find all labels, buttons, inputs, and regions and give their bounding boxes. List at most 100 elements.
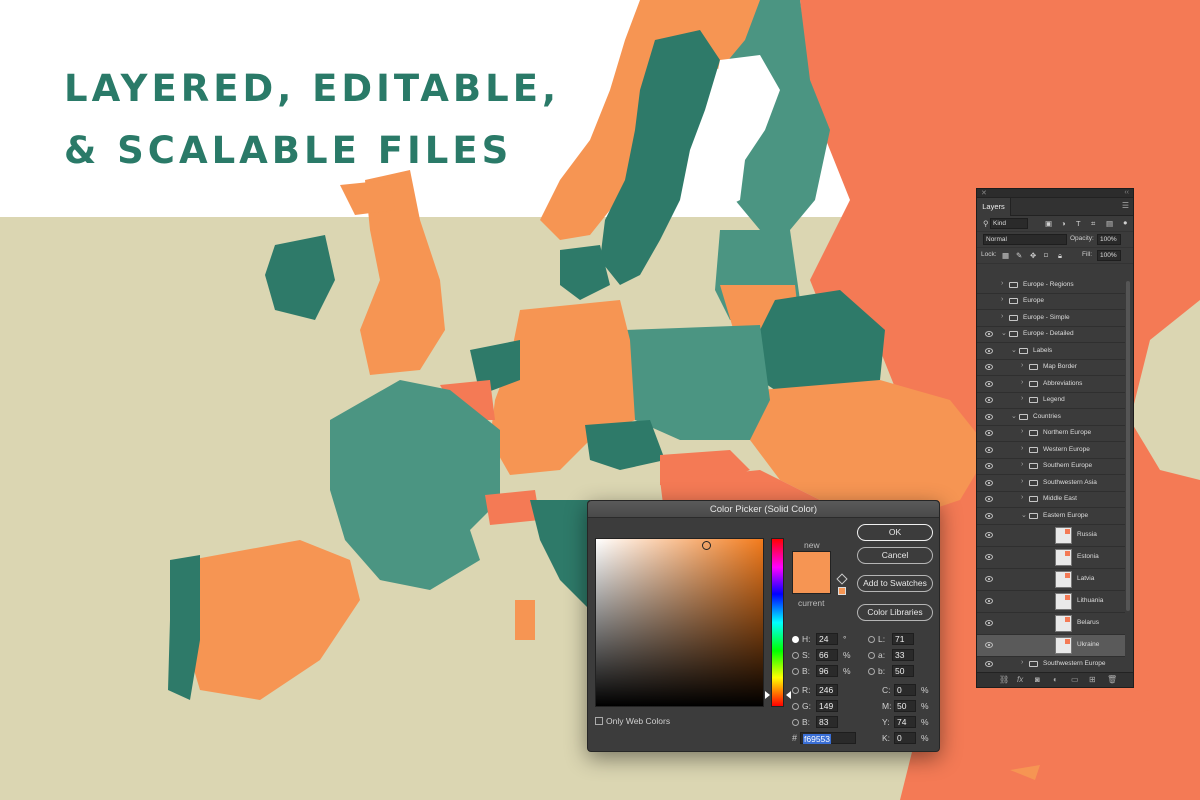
layer-group-row[interactable]: › Europe — [977, 294, 1125, 310]
tab-layers[interactable]: Layers — [977, 198, 1011, 216]
layer-row[interactable]: Russia — [977, 525, 1125, 547]
chevron-right-icon[interactable]: › — [1021, 659, 1023, 666]
chevron-right-icon[interactable]: › — [1021, 494, 1023, 501]
layer-style-icon[interactable]: fx — [1017, 675, 1023, 684]
visibility-eye-icon[interactable] — [985, 413, 993, 420]
visibility-eye-icon[interactable] — [985, 347, 993, 354]
lock-artboard-icon[interactable]: ⌑ — [1044, 251, 1048, 260]
chevron-right-icon[interactable]: › — [1021, 478, 1023, 485]
add-to-swatches-button[interactable]: Add to Swatches — [857, 575, 933, 592]
saturation-brightness-field[interactable] — [595, 538, 764, 707]
layer-row[interactable]: Lithuania — [977, 591, 1125, 613]
saturation-input[interactable]: 66 — [816, 649, 838, 661]
brightness-radio[interactable] — [792, 668, 799, 675]
link-layers-icon[interactable]: ⛓ — [999, 675, 1009, 684]
chevron-right-icon[interactable]: › — [1021, 379, 1023, 386]
layer-group-row[interactable]: › Legend — [977, 393, 1125, 409]
blend-mode-select[interactable]: Normal — [983, 234, 1067, 245]
layer-group-row[interactable]: ⌄ Labels — [977, 343, 1125, 360]
visibility-eye-icon[interactable] — [985, 446, 993, 453]
new-layer-icon[interactable]: ⊞ — [1089, 675, 1096, 684]
cyan-input[interactable]: 0 — [894, 684, 916, 696]
layer-row[interactable]: Latvia — [977, 569, 1125, 591]
cancel-button[interactable]: Cancel — [857, 547, 933, 564]
layer-group-row[interactable]: › Europe - Simple — [977, 310, 1125, 327]
layer-group-row[interactable]: › Middle East — [977, 492, 1125, 508]
red-radio[interactable] — [792, 687, 799, 694]
ok-button[interactable]: OK — [857, 524, 933, 541]
visibility-eye-icon[interactable] — [985, 479, 993, 486]
add-mask-icon[interactable]: ◙ — [1035, 675, 1040, 684]
visibility-eye-icon[interactable] — [985, 661, 993, 667]
layer-group-row[interactable]: › Europe - Regions — [977, 277, 1125, 294]
layer-group-row[interactable]: › Western Europe — [977, 442, 1125, 459]
chevron-right-icon[interactable]: › — [1001, 280, 1003, 287]
green-radio[interactable] — [792, 703, 799, 710]
hue-input[interactable]: 24 — [816, 633, 838, 645]
chevron-right-icon[interactable]: › — [1021, 428, 1023, 435]
filter-shape-icon[interactable]: ⌗ — [1091, 219, 1095, 229]
visibility-eye-icon[interactable] — [985, 576, 993, 582]
chevron-down-icon[interactable]: ⌄ — [1021, 511, 1027, 519]
layers-scrollbar[interactable] — [1126, 281, 1130, 611]
only-web-colors-checkbox[interactable] — [595, 717, 603, 725]
blue-radio[interactable] — [792, 719, 799, 726]
chevron-right-icon[interactable]: › — [1021, 461, 1023, 468]
chevron-right-icon[interactable]: › — [1001, 296, 1003, 303]
visibility-eye-icon[interactable] — [985, 532, 993, 538]
new-group-icon[interactable]: ▭ — [1071, 675, 1079, 684]
lock-position-icon[interactable]: ✥ — [1030, 251, 1036, 260]
new-adjustment-icon[interactable]: ◐ — [1053, 675, 1058, 684]
red-input[interactable]: 246 — [816, 684, 838, 696]
filter-type-icon[interactable]: T — [1076, 219, 1081, 228]
hue-radio[interactable] — [792, 636, 799, 643]
visibility-eye-icon[interactable] — [985, 554, 993, 560]
chevron-down-icon[interactable]: ⌄ — [1001, 329, 1007, 337]
chevron-right-icon[interactable]: › — [1021, 395, 1023, 402]
opacity-input[interactable]: 100% — [1097, 234, 1121, 245]
layer-group-row[interactable]: › Abbreviations — [977, 376, 1125, 393]
filter-kind-select[interactable]: Kind — [990, 218, 1028, 229]
saturation-radio[interactable] — [792, 652, 799, 659]
color-libraries-button[interactable]: Color Libraries — [857, 604, 933, 621]
color-cursor-icon[interactable] — [702, 541, 711, 550]
filter-pixel-icon[interactable]: ▣ — [1045, 219, 1052, 228]
layer-group-row[interactable]: › Southwestern Europe — [977, 657, 1125, 667]
layer-row[interactable]: Estonia — [977, 547, 1125, 569]
layer-group-row[interactable]: › Map Border — [977, 360, 1125, 376]
out-of-gamut-cube-icon[interactable] — [836, 573, 848, 585]
layer-group-row[interactable]: › Northern Europe — [977, 426, 1125, 442]
hex-value-selected[interactable]: f69553 — [803, 734, 831, 744]
lock-transparent-icon[interactable]: ▦ — [1002, 251, 1009, 260]
visibility-eye-icon[interactable] — [985, 642, 993, 648]
layer-group-row[interactable]: ⌄ Countries — [977, 409, 1125, 426]
visibility-eye-icon[interactable] — [985, 598, 993, 604]
hue-slider-right-arrow-icon[interactable] — [786, 691, 791, 699]
visibility-eye-icon[interactable] — [985, 331, 993, 338]
lab-b-radio[interactable] — [868, 668, 875, 675]
yellow-input[interactable]: 74 — [894, 716, 916, 728]
layer-group-row[interactable]: › Southwestern Asia — [977, 475, 1125, 492]
chevron-down-icon[interactable]: ⌄ — [1011, 346, 1017, 354]
layer-group-row[interactable]: ⌄ Europe - Detailed — [977, 327, 1125, 343]
visibility-eye-icon[interactable] — [985, 364, 993, 371]
lab-l-input[interactable]: 71 — [892, 633, 914, 645]
hue-slider-left-arrow-icon[interactable] — [765, 691, 770, 699]
chevron-right-icon[interactable]: › — [1021, 362, 1023, 369]
chevron-right-icon[interactable]: › — [1021, 445, 1023, 452]
visibility-eye-icon[interactable] — [985, 397, 993, 404]
visibility-eye-icon[interactable] — [985, 620, 993, 626]
visibility-eye-icon[interactable] — [985, 463, 993, 470]
panel-close-icon[interactable]: ✕ — [981, 189, 987, 197]
layer-row[interactable]: Ukraine — [977, 634, 1125, 657]
blue-input[interactable]: 83 — [816, 716, 838, 728]
green-input[interactable]: 149 — [816, 700, 838, 712]
panel-collapse-icon[interactable]: ‹‹ — [1124, 189, 1129, 196]
color-picker-title[interactable]: Color Picker (Solid Color) — [588, 501, 939, 518]
delete-layer-icon[interactable]: 🗑︎ — [1107, 675, 1117, 684]
black-input[interactable]: 0 — [894, 732, 916, 744]
panel-menu-icon[interactable]: ☰ — [1122, 201, 1129, 210]
lock-image-icon[interactable]: ✎ — [1016, 251, 1022, 260]
filter-adjustment-icon[interactable]: ◑ — [1061, 219, 1066, 228]
web-safe-swatch-icon[interactable] — [838, 587, 846, 595]
